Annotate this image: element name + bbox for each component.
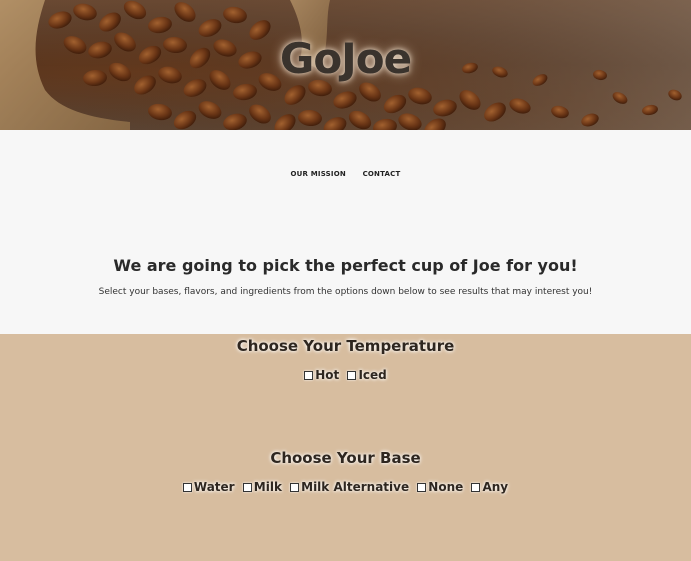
none-label: None xyxy=(428,480,464,494)
water-label: Water xyxy=(193,480,235,494)
hot-label: Hot xyxy=(315,368,340,382)
intro-heading: We are going to pick the perfect cup of … xyxy=(113,256,578,275)
base-option-none[interactable]: None xyxy=(417,480,463,494)
water-checkbox[interactable] xyxy=(182,482,192,492)
milk-label: Milk xyxy=(253,480,282,494)
temperature-option-hot[interactable]: Hot xyxy=(304,368,339,382)
none-checkbox[interactable] xyxy=(417,482,427,492)
hot-checkbox[interactable] xyxy=(304,370,314,380)
hero-banner: GoJoe xyxy=(0,0,691,130)
any-label: Any xyxy=(482,480,509,494)
base-option-milk[interactable]: Milk xyxy=(242,480,282,494)
site-logo-title: GoJoe xyxy=(279,34,412,83)
intro-subtext: Select your bases, flavors, and ingredie… xyxy=(98,287,593,297)
main-nav: OUR MISSION CONTACT xyxy=(0,170,691,178)
milk-checkbox[interactable] xyxy=(242,482,252,492)
options-section: Choose Your Temperature Hot Iced Choose … xyxy=(0,334,691,561)
temperature-heading: Choose Your Temperature xyxy=(236,337,455,355)
base-heading: Choose Your Base xyxy=(270,449,421,467)
base-option-any[interactable]: Any xyxy=(471,480,508,494)
iced-checkbox[interactable] xyxy=(347,370,357,380)
temperature-options: Hot Iced xyxy=(0,368,691,383)
temperature-option-iced[interactable]: Iced xyxy=(347,368,387,382)
page: GoJoe OUR MISSION CONTACT We are going t… xyxy=(0,0,691,561)
nav-link-contact[interactable]: CONTACT xyxy=(363,170,401,178)
nav-link-our-mission[interactable]: OUR MISSION xyxy=(291,170,346,178)
base-option-water[interactable]: Water xyxy=(182,480,235,494)
base-options: Water Milk Milk Alternative None Any xyxy=(0,480,691,495)
milk-alternative-checkbox[interactable] xyxy=(290,482,300,492)
any-checkbox[interactable] xyxy=(471,482,481,492)
intro-section: OUR MISSION CONTACT We are going to pick… xyxy=(0,130,691,334)
milk-alternative-label: Milk Alternative xyxy=(301,480,410,494)
iced-label: Iced xyxy=(358,368,387,382)
base-option-milk-alternative[interactable]: Milk Alternative xyxy=(290,480,409,494)
